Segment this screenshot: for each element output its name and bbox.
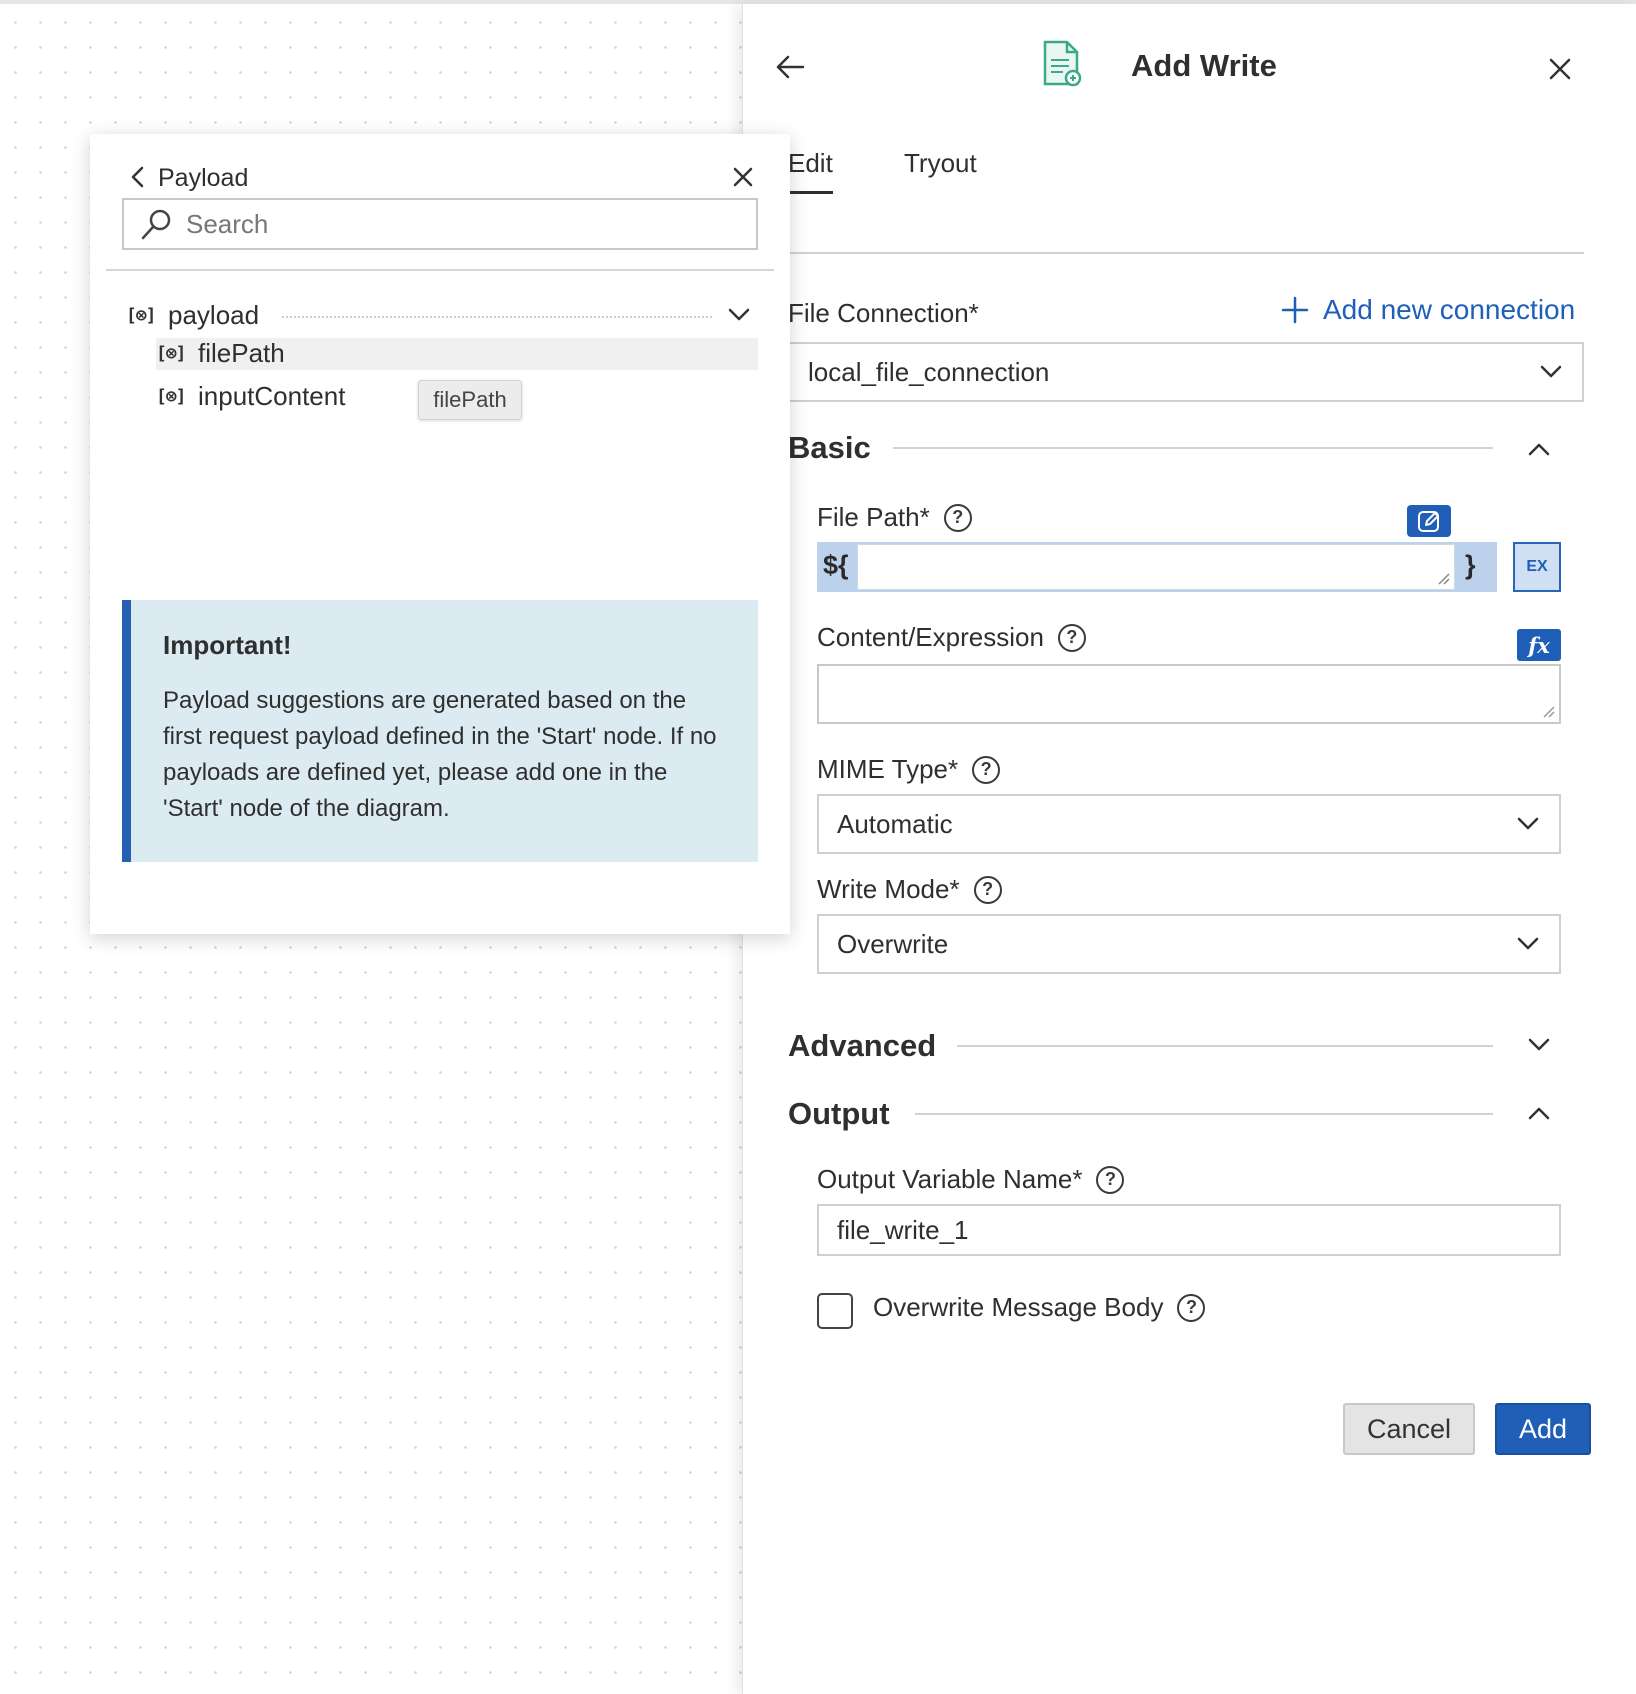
- resize-grip-icon: [1438, 573, 1450, 585]
- output-section-divider: [915, 1113, 1493, 1115]
- object-icon: [⊗]: [126, 305, 156, 326]
- basic-section-title: Basic: [788, 430, 871, 465]
- chevron-down-icon: [728, 308, 750, 321]
- popup-back-button[interactable]: [122, 152, 152, 202]
- advanced-expand-toggle[interactable]: [1517, 1026, 1561, 1064]
- chevron-up-icon: [1528, 443, 1550, 456]
- popup-divider: [106, 269, 774, 271]
- tree-item-label: payload: [168, 300, 260, 330]
- tooltip: filePath: [418, 380, 522, 420]
- tab-tryout[interactable]: Tryout: [904, 148, 977, 179]
- popup-title: Payload: [158, 164, 249, 192]
- output-section-title: Output: [788, 1096, 890, 1131]
- chevron-down-icon: [1517, 937, 1539, 950]
- close-panel-button[interactable]: [1535, 44, 1585, 94]
- write-mode-value: Overwrite: [837, 928, 949, 959]
- arrow-left-icon: [776, 55, 805, 79]
- basic-collapse-toggle[interactable]: [1517, 430, 1561, 468]
- help-icon[interactable]: ?: [1057, 623, 1086, 652]
- chevron-down-icon: [1517, 817, 1539, 830]
- search-icon: [141, 209, 171, 240]
- popup-close-button[interactable]: [720, 154, 766, 200]
- help-icon[interactable]: ?: [973, 875, 1002, 904]
- file-path-expression-input: ${ }: [817, 542, 1497, 592]
- advanced-section-title: Advanced: [788, 1028, 937, 1063]
- output-variable-label: Output Variable Name* ?: [817, 1164, 1125, 1195]
- mime-type-select[interactable]: Automatic: [817, 794, 1561, 854]
- advanced-section-divider: [957, 1045, 1493, 1047]
- panel-title: Add Write: [1131, 48, 1277, 83]
- content-expression-input[interactable]: [817, 664, 1561, 724]
- content-expression-label: Content/Expression ?: [817, 622, 1086, 653]
- mime-type-label: MIME Type* ?: [817, 754, 1001, 785]
- tree-item-label: filePath: [198, 338, 285, 368]
- object-icon: [⊗]: [156, 386, 186, 407]
- output-variable-input[interactable]: file_write_1: [817, 1204, 1561, 1256]
- add-button[interactable]: Add: [1495, 1403, 1591, 1455]
- close-icon: [1549, 58, 1571, 80]
- output-collapse-toggle[interactable]: [1517, 1094, 1561, 1132]
- mime-type-label-text: MIME Type*: [817, 754, 959, 784]
- output-variable-value: file_write_1: [837, 1214, 969, 1245]
- object-icon: [⊗]: [156, 343, 186, 364]
- help-icon[interactable]: ?: [972, 755, 1001, 784]
- cancel-button[interactable]: Cancel: [1343, 1403, 1475, 1455]
- content-expression-label-text: Content/Expression: [817, 622, 1044, 652]
- write-mode-label-text: Write Mode*: [817, 874, 960, 904]
- close-icon: [733, 167, 753, 187]
- function-button[interactable]: fx: [1517, 629, 1561, 661]
- help-icon[interactable]: ?: [1177, 1293, 1206, 1322]
- add-new-connection-label: Add new connection: [1323, 294, 1576, 325]
- back-button[interactable]: [765, 42, 815, 92]
- file-write-node-icon: [1039, 40, 1083, 88]
- important-notice: Important! Payload suggestions are gener…: [122, 600, 758, 862]
- expression-prefix: ${: [823, 550, 849, 580]
- chevron-left-icon: [131, 166, 144, 188]
- edit-icon: [1418, 511, 1439, 532]
- tabs-divider: [788, 252, 1584, 254]
- basic-section-divider: [893, 447, 1493, 449]
- output-variable-label-text: Output Variable Name*: [817, 1164, 1083, 1194]
- example-button[interactable]: EX: [1513, 542, 1561, 592]
- popup-pointer: [788, 548, 808, 588]
- overwrite-message-body-checkbox[interactable]: [817, 1293, 853, 1329]
- resize-grip-icon: [1543, 706, 1555, 718]
- chevron-down-icon: [1540, 365, 1562, 378]
- plus-icon: [1281, 296, 1309, 324]
- chevron-up-icon: [1528, 1107, 1550, 1120]
- notice-text: Payload suggestions are generated based …: [163, 687, 717, 822]
- file-connection-label: File Connection*: [788, 298, 979, 328]
- tree-item-label: inputContent: [198, 381, 346, 411]
- file-path-label: File Path* ?: [817, 502, 972, 533]
- search-placeholder: Search: [186, 208, 269, 239]
- add-write-panel: Add Write Edit Tryout File Connection* A…: [742, 4, 1636, 1694]
- overwrite-message-body-label: Overwrite Message Body ?: [873, 1292, 1206, 1323]
- write-mode-select[interactable]: Overwrite: [817, 914, 1561, 974]
- file-path-label-text: File Path*: [817, 502, 930, 532]
- payload-popup: Payload Search [⊗] payload [⊗] filePath …: [90, 134, 790, 934]
- tree-leader-line: [282, 316, 712, 318]
- expression-suffix: }: [1465, 550, 1476, 580]
- add-new-connection-link[interactable]: Add new connection: [1281, 294, 1575, 326]
- help-icon[interactable]: ?: [943, 503, 972, 532]
- chevron-down-icon: [1528, 1038, 1550, 1051]
- overwrite-message-body-label-text: Overwrite Message Body: [873, 1292, 1164, 1322]
- payload-search-input[interactable]: Search: [122, 198, 758, 250]
- file-path-input[interactable]: [857, 544, 1455, 590]
- file-connection-select[interactable]: local_file_connection: [788, 342, 1584, 402]
- notice-title: Important!: [163, 630, 292, 660]
- tree-item-filepath[interactable]: [⊗] filePath: [156, 338, 758, 370]
- mime-type-value: Automatic: [837, 808, 953, 839]
- write-mode-label: Write Mode* ?: [817, 874, 1002, 905]
- file-connection-value: local_file_connection: [808, 356, 1050, 387]
- help-icon[interactable]: ?: [1096, 1165, 1125, 1194]
- tree-item-payload[interactable]: [⊗] payload: [126, 298, 758, 334]
- edit-expression-button[interactable]: [1407, 505, 1451, 537]
- tab-edit[interactable]: Edit: [788, 148, 833, 194]
